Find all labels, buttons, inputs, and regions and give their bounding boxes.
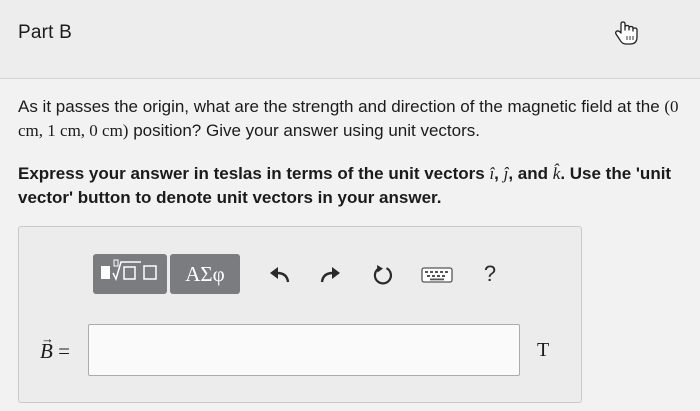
answer-unit: T [537, 339, 550, 361]
answer-input[interactable] [88, 324, 520, 376]
instruction-sep-1: , [494, 164, 504, 183]
instruction-text: Express your answer in teslas in terms o… [18, 162, 688, 210]
question-outro: position? Give your answer using unit ve… [128, 121, 480, 140]
answer-label: → B = [40, 331, 70, 364]
question-text: As it passes the origin, what are the st… [18, 95, 688, 143]
instruction-sep-2: , and [508, 164, 553, 183]
math-toolbar: ΑΣφ [93, 254, 240, 294]
answer-panel [18, 226, 582, 403]
answer-equals: = [58, 339, 70, 363]
hand-pointer-icon [612, 18, 642, 48]
part-header: Part B [0, 0, 700, 78]
symbols-button[interactable]: ΑΣφ [170, 254, 240, 294]
question-intro: As it passes the origin, what are the st… [18, 97, 665, 116]
keyboard-icon[interactable] [420, 260, 454, 290]
redo-icon[interactable] [318, 260, 344, 290]
templates-icon [99, 259, 161, 290]
undo-icon[interactable] [266, 260, 292, 290]
part-title: Part B [18, 22, 72, 43]
instruction-part-1: Express your answer in teslas in terms o… [18, 164, 490, 183]
vector-arrow-icon: → [41, 331, 54, 346]
help-icon[interactable]: ? [478, 261, 502, 289]
reset-icon[interactable] [370, 260, 396, 290]
templates-button[interactable] [93, 254, 167, 294]
